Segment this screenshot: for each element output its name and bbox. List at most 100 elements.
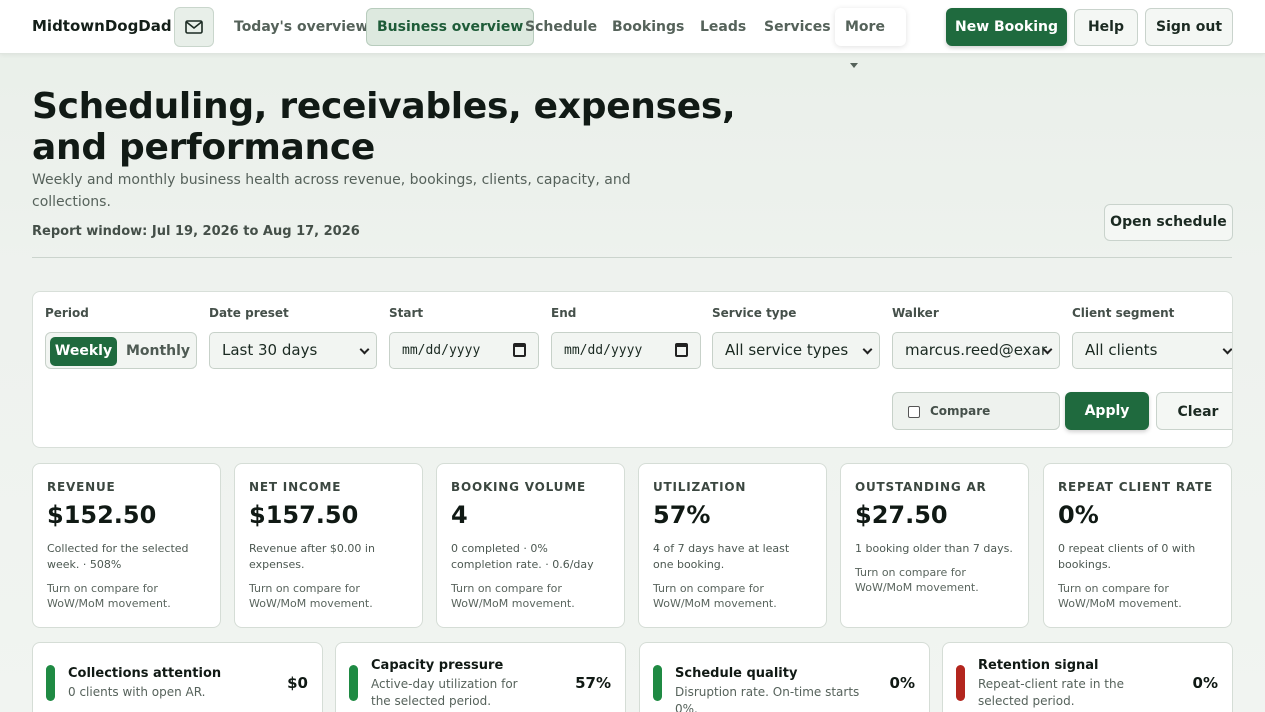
kpi-card-revenue: REVENUE $152.50 Collected for the select… bbox=[32, 463, 221, 628]
kpi-value: $152.50 bbox=[47, 501, 157, 529]
chevron-down-icon bbox=[359, 344, 370, 355]
kpi-value: $27.50 bbox=[855, 501, 948, 529]
kpi-value: 4 bbox=[451, 501, 468, 529]
kpi-compare-note: Turn on compare for WoW/MoM movement. bbox=[451, 582, 575, 610]
kpi-value: 0% bbox=[1058, 501, 1099, 529]
signal-title: Capacity pressure bbox=[371, 658, 504, 673]
date-preset-value: Last 30 days bbox=[222, 341, 318, 359]
signal-value: 0% bbox=[1192, 674, 1218, 692]
nav-more-label: More bbox=[845, 19, 885, 35]
kpi-compare-note: Turn on compare for WoW/MoM movement. bbox=[47, 582, 171, 610]
compare-toggle[interactable]: Compare bbox=[892, 392, 1060, 430]
kpi-label: OUTSTANDING AR bbox=[855, 480, 987, 494]
start-date-value: mm/dd/yyyy bbox=[402, 343, 481, 358]
caret-down-icon bbox=[850, 62, 858, 68]
start-date-input[interactable]: mm/dd/yyyy bbox=[389, 332, 539, 369]
kpi-card-net-income: NET INCOME $157.50 Revenue after $0.00 i… bbox=[234, 463, 423, 628]
nav-todays-overview[interactable]: Today's overview bbox=[224, 8, 378, 46]
signal-title: Schedule quality bbox=[675, 666, 798, 681]
nav-services[interactable]: Services bbox=[754, 8, 841, 46]
top-nav: MidtownDogDad Today's overview Business … bbox=[0, 0, 1265, 68]
client-segment-select[interactable]: All clients bbox=[1072, 332, 1232, 369]
signal-description: 0 clients with open AR. bbox=[68, 685, 206, 699]
period-toggle: Weekly Monthly bbox=[45, 332, 197, 369]
chevron-down-icon bbox=[862, 344, 873, 355]
nav-more-dropdown[interactable]: More bbox=[835, 8, 906, 68]
signal-card-capacity: Capacity pressure Active-day utilization… bbox=[335, 642, 626, 712]
chevron-down-icon bbox=[1222, 344, 1232, 355]
new-booking-button[interactable]: New Booking bbox=[946, 8, 1067, 46]
client-segment-value: All clients bbox=[1085, 341, 1158, 359]
walker-value: marcus.reed@exar bbox=[905, 341, 1047, 359]
kpi-compare-note: Turn on compare for WoW/MoM movement. bbox=[653, 582, 777, 610]
kpi-card-utilization: UTILIZATION 57% 4 of 7 days have at leas… bbox=[638, 463, 827, 628]
help-button[interactable]: Help bbox=[1074, 9, 1138, 46]
end-date-value: mm/dd/yyyy bbox=[564, 343, 643, 358]
calendar-icon[interactable] bbox=[675, 343, 688, 357]
compare-checkbox[interactable] bbox=[908, 406, 920, 418]
signal-status-bar bbox=[46, 665, 55, 701]
end-label: End bbox=[551, 306, 577, 320]
signal-description: Repeat-client rate in the selected perio… bbox=[978, 677, 1124, 708]
signal-status-bar bbox=[349, 665, 358, 701]
open-schedule-button[interactable]: Open schedule bbox=[1104, 204, 1233, 241]
mail-icon bbox=[185, 20, 203, 34]
signal-value: 0% bbox=[889, 674, 915, 692]
signal-card-collections: Collections attention 0 clients with ope… bbox=[32, 642, 323, 712]
signal-status-bar bbox=[956, 665, 965, 701]
kpi-description: Collected for the selected week. · 508% bbox=[47, 542, 189, 571]
nav-bookings[interactable]: Bookings bbox=[602, 8, 694, 46]
kpi-description: Revenue after $0.00 in expenses. bbox=[249, 542, 375, 571]
page-title: Scheduling, receivables, expenses, and p… bbox=[32, 86, 736, 168]
service-type-value: All service types bbox=[725, 341, 849, 359]
period-label: Period bbox=[45, 306, 89, 320]
filters-panel: Period Weekly Monthly Date preset Last 3… bbox=[32, 291, 1233, 448]
report-window: Report window: Jul 19, 2026 to Aug 17, 2… bbox=[32, 224, 360, 239]
signal-description: Active-day utilization for the selected … bbox=[371, 677, 518, 708]
client-segment-label: Client segment bbox=[1072, 306, 1175, 320]
page-subtitle: Weekly and monthly business health acros… bbox=[32, 172, 631, 210]
kpi-label: UTILIZATION bbox=[653, 480, 747, 494]
kpi-compare-note: Turn on compare for WoW/MoM movement. bbox=[249, 582, 373, 610]
sign-out-button[interactable]: Sign out bbox=[1145, 8, 1233, 46]
kpi-label: BOOKING VOLUME bbox=[451, 480, 586, 494]
nav-business-overview[interactable]: Business overview bbox=[366, 8, 535, 46]
signal-value: 57% bbox=[575, 674, 611, 692]
nav-schedule[interactable]: Schedule bbox=[515, 8, 607, 46]
kpi-compare-note: Turn on compare for WoW/MoM movement. bbox=[1058, 582, 1182, 610]
messages-button[interactable] bbox=[174, 7, 214, 47]
kpi-description: 0 completed · 0% completion rate. · 0.6/… bbox=[451, 542, 594, 571]
kpi-value: $157.50 bbox=[249, 501, 359, 529]
kpi-label: NET INCOME bbox=[249, 480, 342, 494]
signal-description: Disruption rate. On-time starts 0%. bbox=[675, 685, 860, 712]
kpi-card-outstanding-ar: OUTSTANDING AR $27.50 1 booking older th… bbox=[840, 463, 1029, 628]
date-preset-label: Date preset bbox=[209, 306, 289, 320]
signal-card-retention: Retention signal Repeat-client rate in t… bbox=[942, 642, 1233, 712]
header-divider bbox=[32, 257, 1232, 258]
calendar-icon[interactable] bbox=[513, 343, 526, 357]
walker-select[interactable]: marcus.reed@exar bbox=[892, 332, 1060, 369]
period-weekly-option[interactable]: Weekly bbox=[50, 337, 117, 366]
walker-label: Walker bbox=[892, 306, 939, 320]
apply-button[interactable]: Apply bbox=[1065, 392, 1149, 430]
kpi-label: REVENUE bbox=[47, 480, 116, 494]
compare-label: Compare bbox=[930, 404, 991, 418]
period-monthly-option[interactable]: Monthly bbox=[124, 337, 192, 366]
nav-leads[interactable]: Leads bbox=[690, 8, 756, 46]
signal-card-schedule-quality: Schedule quality Disruption rate. On-tim… bbox=[639, 642, 930, 712]
clear-button[interactable]: Clear bbox=[1156, 392, 1232, 430]
date-preset-select[interactable]: Last 30 days bbox=[209, 332, 377, 369]
signal-title: Collections attention bbox=[68, 666, 222, 681]
kpi-label: REPEAT CLIENT RATE bbox=[1058, 480, 1214, 494]
brand-name[interactable]: MidtownDogDad bbox=[32, 17, 172, 35]
kpi-value: 57% bbox=[653, 501, 711, 529]
end-date-input[interactable]: mm/dd/yyyy bbox=[551, 332, 701, 369]
kpi-card-repeat-client-rate: REPEAT CLIENT RATE 0% 0 repeat clients o… bbox=[1043, 463, 1232, 628]
signal-value: $0 bbox=[287, 674, 308, 692]
start-label: Start bbox=[389, 306, 424, 320]
service-type-label: Service type bbox=[712, 306, 797, 320]
signal-status-bar bbox=[653, 665, 662, 701]
service-type-select[interactable]: All service types bbox=[712, 332, 880, 369]
kpi-description: 0 repeat clients of 0 with bookings. bbox=[1058, 542, 1196, 571]
signal-title: Retention signal bbox=[978, 658, 1099, 673]
